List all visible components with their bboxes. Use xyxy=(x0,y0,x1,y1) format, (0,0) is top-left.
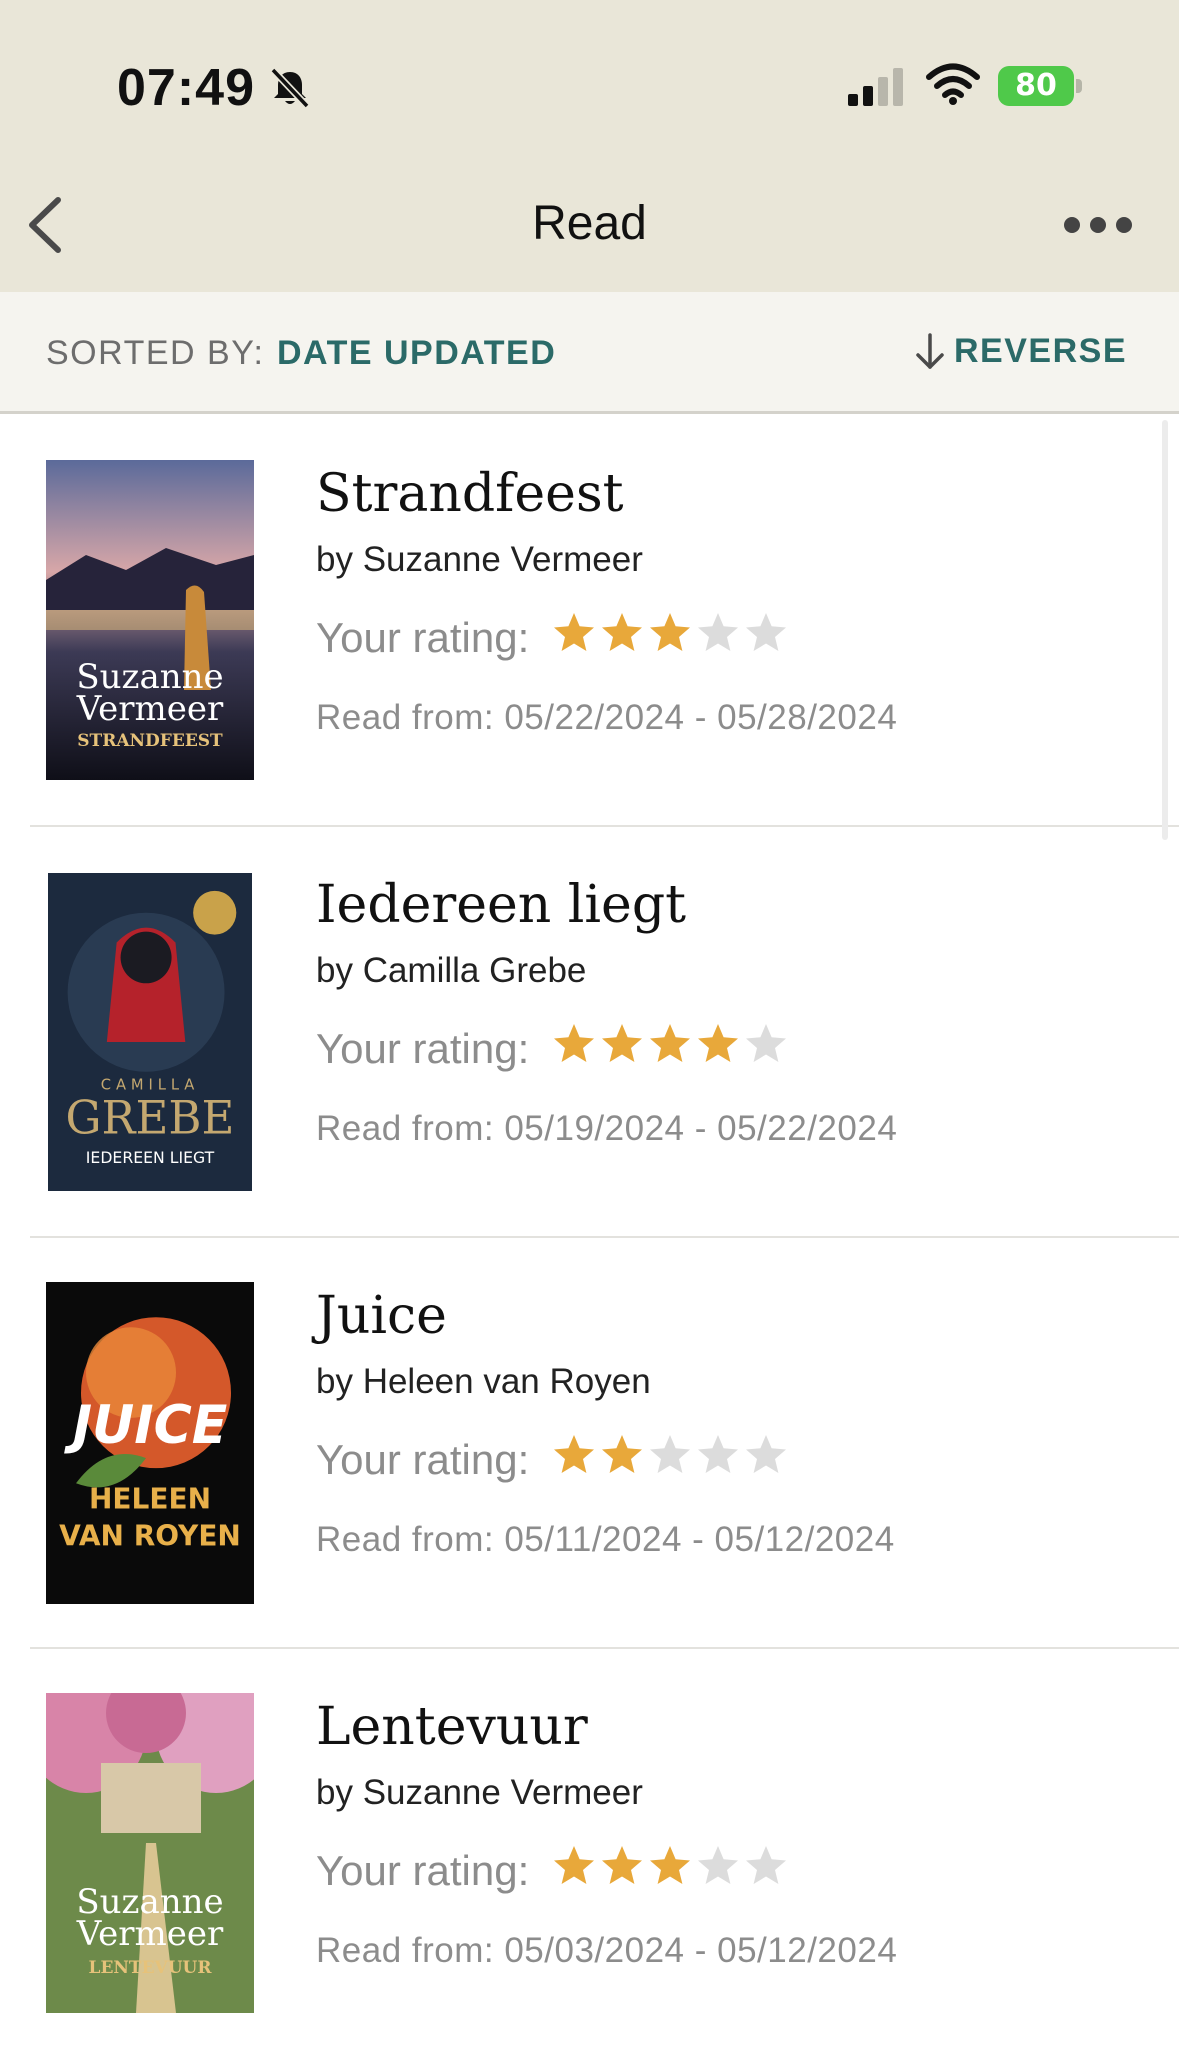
star-empty-icon[interactable] xyxy=(696,610,740,654)
read-dates: Read from: 05/22/2024 - 05/28/2024 xyxy=(316,698,898,737)
star-empty-icon[interactable] xyxy=(744,1432,788,1476)
book-author: by Camilla Grebe xyxy=(316,951,587,990)
rating-label: Your rating: xyxy=(316,1025,530,1072)
book-cover[interactable]: Suzanne Vermeer LENTEVUUR xyxy=(46,1693,254,2013)
star-filled-icon[interactable] xyxy=(600,1021,644,1065)
cellular-signal-icon xyxy=(848,68,903,106)
book-author: by Heleen van Royen xyxy=(316,1362,651,1401)
battery-indicator: 80 xyxy=(998,66,1082,106)
cover-line1: JUICE xyxy=(64,1396,228,1456)
cover-art-iedereen-liegt: CAMILLA GREBE IEDEREEN LIEGT xyxy=(48,873,252,1191)
bell-muted-icon xyxy=(270,67,310,109)
reverse-label: REVERSE xyxy=(954,331,1127,370)
star-filled-icon[interactable] xyxy=(552,1021,596,1065)
book-list-item[interactable]: Suzanne Vermeer LENTEVUUR Lentevuur by S… xyxy=(0,1649,1179,2058)
book-title[interactable]: Iedereen liegt xyxy=(316,875,686,935)
read-dates: Read from: 05/11/2024 - 05/12/2024 xyxy=(316,1520,895,1559)
rating-label: Your rating: xyxy=(316,614,530,661)
star-filled-icon[interactable] xyxy=(600,1843,644,1887)
scrollbar[interactable] xyxy=(1162,420,1168,840)
battery-level: 80 xyxy=(1015,68,1057,103)
status-time: 07:49 xyxy=(117,59,255,117)
cover-line2: HELEEN xyxy=(89,1482,211,1515)
arrow-down-icon xyxy=(916,333,944,369)
book-author: by Suzanne Vermeer xyxy=(316,540,643,579)
rating-label: Your rating: xyxy=(316,1436,530,1483)
book-title[interactable]: Strandfeest xyxy=(316,464,624,524)
cover-line2: GREBE xyxy=(65,1091,234,1144)
sort-label: SORTED BY: xyxy=(46,334,265,372)
sort-bar: SORTED BY: DATE UPDATED REVERSE xyxy=(0,292,1179,414)
star-empty-icon[interactable] xyxy=(744,610,788,654)
star-empty-icon[interactable] xyxy=(744,1843,788,1887)
book-title[interactable]: Juice xyxy=(316,1286,447,1346)
star-empty-icon[interactable] xyxy=(696,1843,740,1887)
star-filled-icon[interactable] xyxy=(600,1432,644,1476)
star-filled-icon[interactable] xyxy=(648,610,692,654)
rating-label: Your rating: xyxy=(316,1847,530,1894)
cover-art-lentevuur: Suzanne Vermeer LENTEVUUR xyxy=(46,1693,254,2013)
cover-line3: LENTEVUUR xyxy=(88,1958,212,1978)
book-list-item[interactable]: CAMILLA GREBE IEDEREEN LIEGT Iedereen li… xyxy=(0,827,1179,1238)
book-list-item[interactable]: Suzanne Vermeer STRANDFEEST Strandfeest … xyxy=(0,416,1179,827)
more-options-icon[interactable] xyxy=(1060,205,1136,245)
cover-line3: STRANDFEEST xyxy=(77,731,223,751)
wifi-icon xyxy=(926,63,980,105)
cover-line2: Vermeer xyxy=(76,689,224,729)
book-cover[interactable]: CAMILLA GREBE IEDEREEN LIEGT xyxy=(48,873,252,1191)
star-empty-icon[interactable] xyxy=(744,1021,788,1065)
star-filled-icon[interactable] xyxy=(552,1843,596,1887)
star-filled-icon[interactable] xyxy=(696,1021,740,1065)
cover-line3: IEDEREEN LIEGT xyxy=(86,1148,215,1167)
star-rating[interactable] xyxy=(552,1843,788,1887)
book-title[interactable]: Lentevuur xyxy=(316,1697,588,1757)
read-dates: Read from: 05/19/2024 - 05/22/2024 xyxy=(316,1109,898,1148)
sort-option-button[interactable]: DATE UPDATED xyxy=(277,334,556,373)
cover-line2: Vermeer xyxy=(76,1914,224,1954)
cover-art-juice: JUICE HELEEN VAN ROYEN xyxy=(46,1282,254,1604)
star-filled-icon[interactable] xyxy=(552,610,596,654)
star-filled-icon[interactable] xyxy=(648,1021,692,1065)
battery-tip xyxy=(1076,79,1082,93)
page-title: Read xyxy=(532,197,647,250)
star-filled-icon[interactable] xyxy=(552,1432,596,1476)
book-list-item[interactable]: JUICE HELEEN VAN ROYEN Juice by Heleen v… xyxy=(0,1238,1179,1649)
book-cover[interactable]: JUICE HELEEN VAN ROYEN xyxy=(46,1282,254,1604)
star-filled-icon[interactable] xyxy=(648,1843,692,1887)
star-empty-icon[interactable] xyxy=(648,1432,692,1476)
book-cover[interactable]: Suzanne Vermeer STRANDFEEST xyxy=(46,460,254,780)
book-author: by Suzanne Vermeer xyxy=(316,1773,643,1812)
read-dates: Read from: 05/03/2024 - 05/12/2024 xyxy=(316,1931,898,1970)
cover-art-strandfeest: Suzanne Vermeer STRANDFEEST xyxy=(46,460,254,780)
cover-line3: VAN ROYEN xyxy=(59,1520,241,1553)
star-rating[interactable] xyxy=(552,610,788,654)
top-bar: 07:49 80 Read xyxy=(0,0,1179,292)
star-empty-icon[interactable] xyxy=(696,1432,740,1476)
star-rating[interactable] xyxy=(552,1021,788,1065)
star-filled-icon[interactable] xyxy=(600,610,644,654)
reverse-sort-button[interactable]: REVERSE xyxy=(912,326,1127,376)
star-rating[interactable] xyxy=(552,1432,788,1476)
